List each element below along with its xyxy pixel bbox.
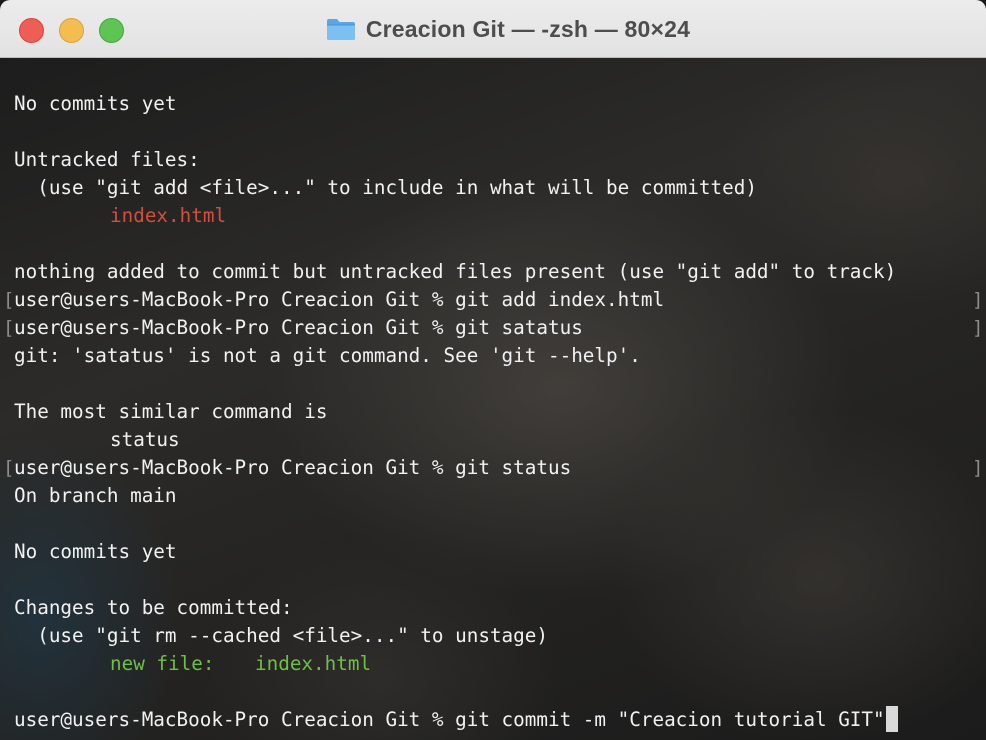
- output-line: On branch main: [14, 484, 177, 507]
- staged-file-label: new file:: [110, 652, 215, 675]
- error-line: git: 'satatus' is not a git command. See…: [14, 344, 641, 367]
- output-line: The most similar command is: [14, 400, 328, 423]
- staged-file-name: index.html: [255, 652, 372, 675]
- output-line: (use "git add <file>..." to include in w…: [14, 176, 757, 199]
- current-prompt-line[interactable]: user@users-MacBook-Pro Creacion Git % gi…: [14, 705, 898, 734]
- window-title-group: Creacion Git — -zsh — 80×24: [0, 14, 986, 44]
- output-line: (use "git rm --cached <file>..." to unst…: [14, 624, 548, 647]
- terminal-output: No commits yet Untracked files: (use "gi…: [14, 58, 974, 740]
- title-bar[interactable]: Creacion Git — -zsh — 80×24: [0, 0, 986, 58]
- output-line: Untracked files:: [14, 148, 200, 171]
- suggested-command: status: [110, 428, 180, 451]
- window-title: Creacion Git — -zsh — 80×24: [365, 15, 691, 42]
- untracked-file-name: index.html: [110, 204, 227, 227]
- output-line: nothing added to commit but untracked fi…: [14, 260, 897, 283]
- prompt-line: user@users-MacBook-Pro Creacion Git % gi…: [14, 316, 583, 339]
- prompt-line: user@users-MacBook-Pro Creacion Git % gi…: [14, 456, 572, 479]
- output-line: Changes to be committed:: [14, 596, 293, 619]
- output-line: No commits yet: [14, 92, 177, 115]
- current-command: user@users-MacBook-Pro Creacion Git % gi…: [14, 708, 885, 731]
- output-line: No commits yet: [14, 540, 177, 563]
- folder-icon: [326, 17, 356, 41]
- line-marker-left: [: [3, 289, 15, 311]
- text-cursor: [885, 705, 898, 732]
- terminal-content[interactable]: [ ] [ ] [ ] No commits yet Untracked fil…: [0, 58, 986, 740]
- terminal-window: Creacion Git — -zsh — 80×24 [ ] [ ] [ ] …: [0, 0, 986, 740]
- prompt-line: user@users-MacBook-Pro Creacion Git % gi…: [14, 288, 665, 311]
- line-marker-left: [: [3, 317, 15, 339]
- line-marker-left: [: [3, 457, 15, 479]
